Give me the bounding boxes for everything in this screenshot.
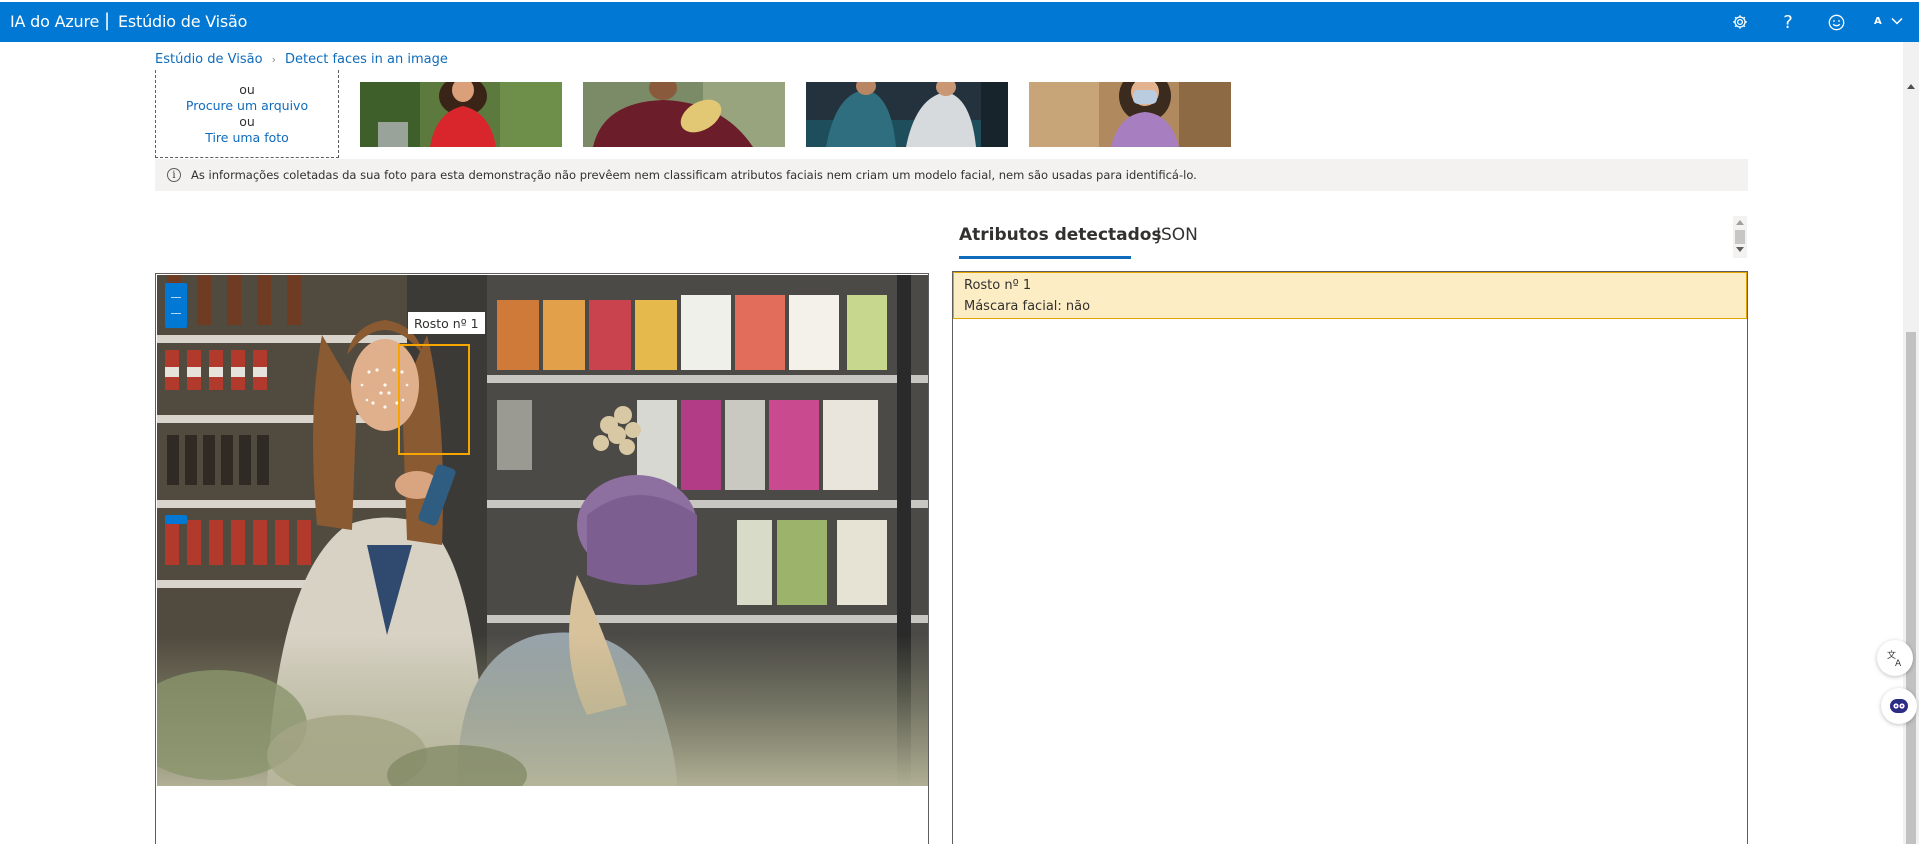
zoom-control[interactable] <box>165 283 187 328</box>
browse-file-link[interactable]: Procure um arquivo <box>156 98 338 113</box>
face-label: Rosto nº 1 <box>408 312 485 334</box>
scroll-up-icon[interactable] <box>1736 220 1744 225</box>
help-icon[interactable]: ? <box>1776 10 1800 34</box>
scroll-down-icon[interactable] <box>1736 247 1744 252</box>
chevron-down-icon[interactable] <box>1889 13 1905 29</box>
chevron-right-icon: › <box>271 53 276 66</box>
face-result-title: Rosto nº 1 <box>964 278 1032 293</box>
settings-icon[interactable] <box>1728 10 1752 34</box>
page-scroll-up-icon[interactable] <box>1907 84 1915 89</box>
avatar[interactable]: A <box>1874 16 1882 27</box>
sample-image-woman-mask[interactable] <box>1029 82 1231 147</box>
feedback-smiley-icon[interactable] <box>1824 10 1848 34</box>
sample-image-man-burgundy[interactable] <box>583 82 785 147</box>
zoom-in-icon[interactable] <box>171 297 181 298</box>
page-scroll-thumb[interactable] <box>1906 332 1916 844</box>
privacy-info-text: As informações coletadas da sua foto par… <box>191 168 1197 182</box>
sample-image-people-sitting[interactable] <box>806 82 1008 147</box>
upload-dropzone[interactable]: ou Procure um arquivo ou Tire uma foto <box>155 70 339 158</box>
attributes-panel <box>952 271 1748 844</box>
svg-text:A: A <box>1895 659 1902 668</box>
info-icon: i <box>167 168 181 182</box>
breadcrumb: Estúdio de Visão › Detect faces in an im… <box>155 52 448 67</box>
take-photo-link[interactable]: Tire uma foto <box>156 130 338 145</box>
copilot-icon <box>1890 699 1908 713</box>
dropzone-cutoff-text <box>156 68 338 76</box>
upload-or-label-2: ou <box>239 114 255 129</box>
breadcrumb-item-vision-studio[interactable]: Estúdio de Visão <box>155 52 263 67</box>
sample-image-woman-red[interactable] <box>360 82 562 147</box>
translate-icon: 文 A <box>1887 649 1902 668</box>
brand-separator: | <box>104 10 111 31</box>
top-bar: IA do Azure | Estúdio de Visão ? A <box>0 0 1919 42</box>
active-tab-indicator <box>959 256 1131 259</box>
tab-json[interactable]: JSON <box>1156 225 1198 245</box>
tabs-scrollbar[interactable] <box>1733 216 1747 258</box>
upload-or-label-1: ou <box>239 82 255 97</box>
face-mask-attribute: Máscara facial: não <box>964 299 1091 314</box>
analyzed-photo <box>157 275 928 786</box>
scroll-thumb[interactable] <box>1735 230 1745 244</box>
tab-detected-attributes[interactable]: Atributos detectados <box>959 225 1162 245</box>
privacy-info-bar: i As informações coletadas da sua foto p… <box>155 159 1748 191</box>
page-scrollbar[interactable] <box>1903 42 1919 844</box>
zoom-out-icon[interactable] <box>171 313 181 314</box>
face-bounding-box[interactable] <box>398 344 470 455</box>
image-scroll-marker[interactable] <box>165 515 187 524</box>
brand-title[interactable]: IA do Azure <box>10 12 99 31</box>
copilot-button[interactable] <box>1881 688 1917 724</box>
translate-button[interactable]: 文 A <box>1877 640 1913 676</box>
face-result-item[interactable]: Rosto nº 1 Máscara facial: não <box>953 272 1747 319</box>
breadcrumb-item-detect-faces[interactable]: Detect faces in an image <box>285 52 448 67</box>
product-title[interactable]: Estúdio de Visão <box>118 12 247 31</box>
